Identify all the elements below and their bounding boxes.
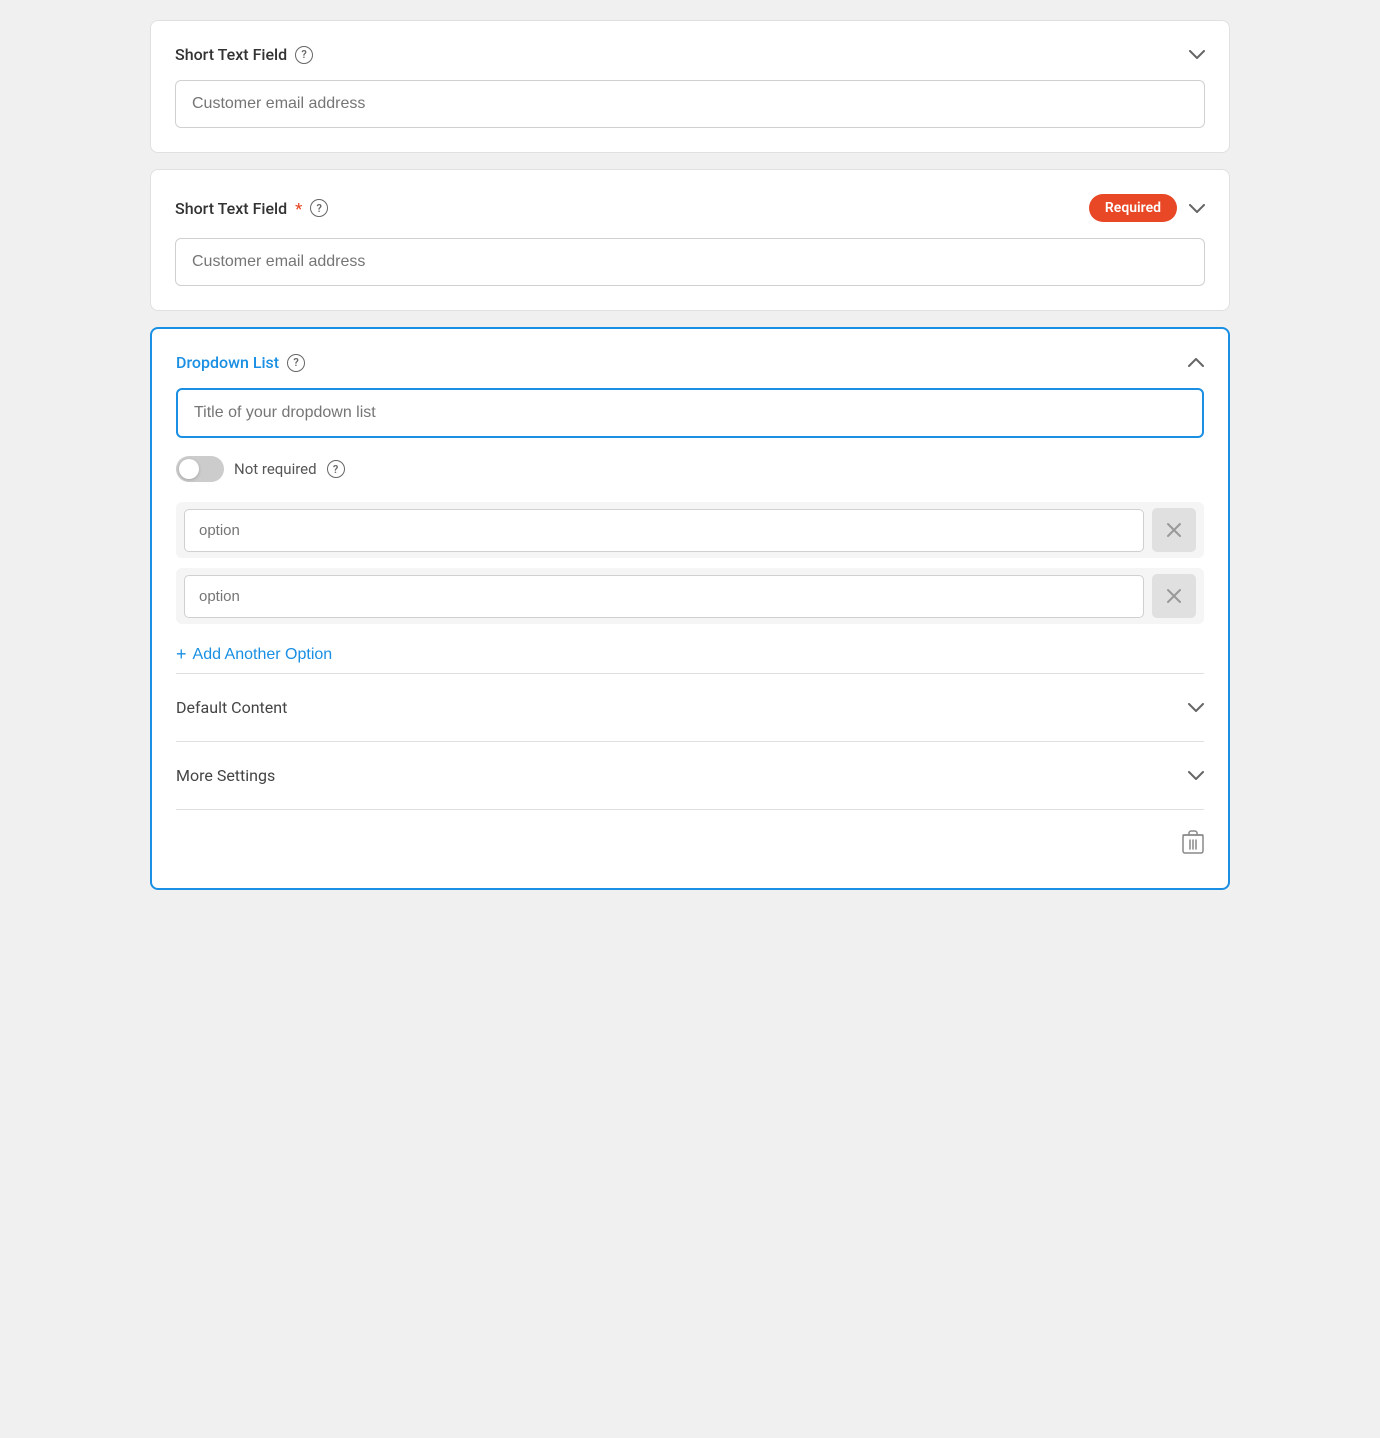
delete-card-button[interactable] xyxy=(1182,830,1204,860)
default-content-row[interactable]: Default Content xyxy=(176,674,1204,741)
card2-header-right: Required xyxy=(1089,194,1205,222)
option-input-1[interactable] xyxy=(184,509,1144,552)
required-toggle[interactable] xyxy=(176,456,224,482)
card3-header-right xyxy=(1188,353,1204,372)
card1-chevron-icon[interactable] xyxy=(1189,45,1205,64)
card2-required-star: * xyxy=(295,199,302,218)
page-container: Short Text Field ? Short Text Field * xyxy=(150,20,1230,890)
toggle-knob xyxy=(179,459,199,479)
card3-chevron-icon[interactable] xyxy=(1188,353,1204,372)
more-settings-row[interactable]: More Settings xyxy=(176,742,1204,809)
card2-header: Short Text Field * ? Required xyxy=(175,194,1205,222)
card3-title-group: Dropdown List ? xyxy=(176,353,305,372)
card3-help-icon[interactable]: ? xyxy=(287,354,305,372)
card3-title-text: Dropdown List xyxy=(176,353,279,372)
short-text-card-2: Short Text Field * ? Required xyxy=(150,169,1230,311)
default-content-chevron xyxy=(1188,698,1204,717)
more-settings-label: More Settings xyxy=(176,766,275,785)
toggle-label: Not required xyxy=(234,460,317,478)
card2-title-group: Short Text Field * ? xyxy=(175,199,328,218)
add-option-plus-icon: + xyxy=(176,644,187,665)
card1-help-icon[interactable]: ? xyxy=(295,46,313,64)
add-option-button[interactable]: + Add Another Option xyxy=(176,644,332,665)
default-content-label: Default Content xyxy=(176,698,287,717)
option-input-2[interactable] xyxy=(184,575,1144,618)
toggle-help-icon[interactable]: ? xyxy=(327,460,345,478)
dropdown-list-card: Dropdown List ? Not required xyxy=(150,327,1230,890)
card2-chevron-icon[interactable] xyxy=(1189,199,1205,218)
card1-title-text: Short Text Field xyxy=(175,45,287,64)
footer-row xyxy=(176,809,1204,864)
options-list xyxy=(176,502,1204,624)
option-row-1 xyxy=(176,502,1204,558)
card2-text-input[interactable] xyxy=(175,238,1205,286)
more-settings-chevron xyxy=(1188,766,1204,785)
option-delete-btn-2[interactable] xyxy=(1152,574,1196,618)
card1-header-right xyxy=(1189,45,1205,64)
dropdown-title-input[interactable] xyxy=(176,388,1204,438)
card1-title-group: Short Text Field ? xyxy=(175,45,313,64)
card2-title-text: Short Text Field xyxy=(175,199,287,218)
option-row-2 xyxy=(176,568,1204,624)
card2-help-icon[interactable]: ? xyxy=(310,199,328,217)
card1-header: Short Text Field ? xyxy=(175,45,1205,64)
required-badge: Required xyxy=(1089,194,1177,222)
toggle-container: Not required ? xyxy=(176,456,1204,482)
short-text-card-1: Short Text Field ? xyxy=(150,20,1230,153)
card1-text-input[interactable] xyxy=(175,80,1205,128)
add-option-label: Add Another Option xyxy=(193,646,333,664)
card3-header: Dropdown List ? xyxy=(176,353,1204,372)
option-delete-btn-1[interactable] xyxy=(1152,508,1196,552)
